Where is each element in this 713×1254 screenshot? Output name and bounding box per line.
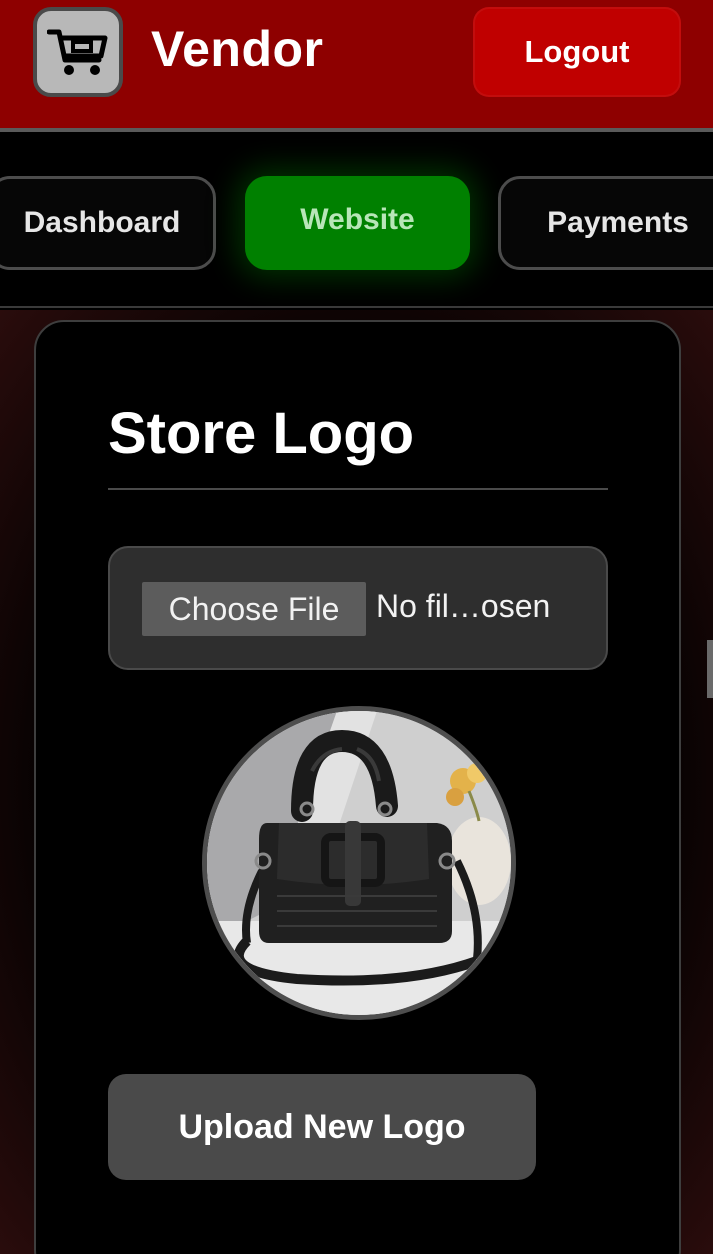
title-divider	[108, 488, 608, 490]
card-title: Store Logo	[108, 401, 415, 466]
scrollbar-thumb[interactable]	[707, 640, 713, 698]
app-header: Vendor Logout	[0, 0, 713, 132]
nav-tabs: Dashboard Website Payments	[0, 136, 713, 308]
upload-logo-button[interactable]: Upload New Logo	[108, 1074, 536, 1180]
store-logo-card: Store Logo Choose File No fil…osen Uploa…	[34, 320, 681, 1254]
choose-file-button[interactable]: Choose File	[142, 582, 366, 636]
app-logo	[33, 7, 123, 97]
handbag-photo	[207, 711, 511, 1015]
tab-dashboard[interactable]: Dashboard	[0, 176, 216, 270]
file-input[interactable]: Choose File No fil…osen	[108, 546, 608, 670]
logout-button[interactable]: Logout	[473, 7, 681, 97]
shopping-cart-icon	[47, 29, 108, 75]
file-status-text: No fil…osen	[376, 588, 551, 624]
brand-title: Vendor	[151, 21, 324, 77]
logo-preview-image	[202, 706, 516, 1020]
tab-website[interactable]: Website	[245, 176, 470, 270]
tab-payments[interactable]: Payments	[498, 176, 713, 270]
